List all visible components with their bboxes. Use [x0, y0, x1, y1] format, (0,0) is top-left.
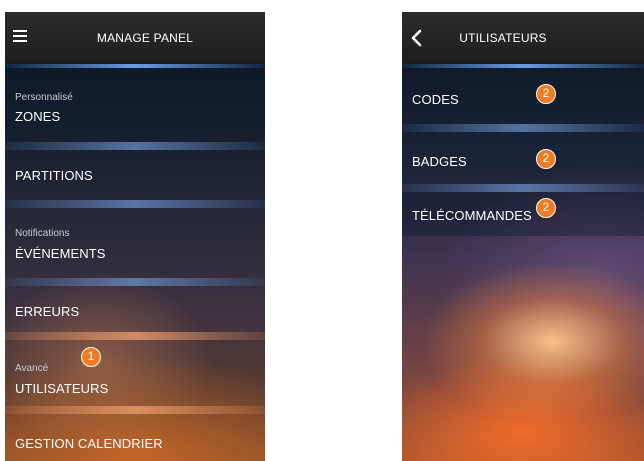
menu-item-partitions[interactable]: PARTITIONS — [5, 150, 265, 200]
callout-badge: 1 — [81, 347, 101, 367]
menu-item-label: TÉLÉCOMMANDES — [412, 208, 532, 223]
divider — [5, 142, 265, 150]
menu-item-sublabel: Notifications — [15, 228, 70, 239]
top-bar: UTILISATEURS — [402, 12, 644, 64]
menu-item-label: CODES — [412, 92, 459, 107]
menu-item-label: BADGES — [412, 154, 467, 169]
menu-item-label: UTILISATEURS — [15, 381, 109, 396]
menu-item-sublabel: Avancé — [15, 363, 49, 374]
menu-item-badges[interactable]: BADGES 2 — [402, 132, 644, 184]
divider — [5, 406, 265, 414]
menu-item-evenements[interactable]: Notifications ÉVÉNEMENTS — [5, 208, 265, 278]
manage-panel-screen: MANAGE PANEL Personnalisé ZONES PARTITIO… — [5, 12, 265, 461]
page-title: UTILISATEURS — [459, 31, 547, 45]
callout-badge: 2 — [536, 149, 556, 169]
menu-item-label: ZONES — [15, 109, 61, 124]
menu-item-label: PARTITIONS — [15, 168, 93, 183]
menu-item-utilisateurs[interactable]: Avancé UTILISATEURS 1 — [5, 340, 265, 406]
utilisateurs-screen: UTILISATEURS CODES 2 BADGES 2 TÉLÉCOMMAN… — [402, 12, 644, 461]
menu-item-gestion-calendrier[interactable]: GESTION CALENDRIER — [5, 414, 265, 461]
menu-item-label: GESTION CALENDRIER — [15, 436, 163, 451]
top-bar-divider — [5, 64, 265, 68]
page-title: MANAGE PANEL — [96, 31, 194, 45]
top-bar-divider — [402, 64, 644, 68]
menu-item-telecommandes[interactable]: TÉLÉCOMMANDES 2 — [402, 192, 644, 236]
callout-badge: 2 — [536, 198, 556, 218]
menu-item-label: ERREURS — [15, 304, 80, 319]
divider — [5, 200, 265, 208]
menu-item-zones[interactable]: Personnalisé ZONES — [5, 68, 265, 142]
divider — [5, 332, 265, 340]
menu-item-codes[interactable]: CODES 2 — [402, 68, 644, 124]
callout-badge: 2 — [536, 84, 556, 104]
menu-item-erreurs[interactable]: ERREURS — [5, 286, 265, 332]
divider — [5, 278, 265, 286]
menu-item-sublabel: Personnalisé — [15, 92, 73, 103]
divider — [402, 124, 644, 132]
menu-item-label: ÉVÉNEMENTS — [15, 246, 106, 261]
top-bar: MANAGE PANEL — [5, 12, 265, 64]
divider — [402, 184, 644, 192]
